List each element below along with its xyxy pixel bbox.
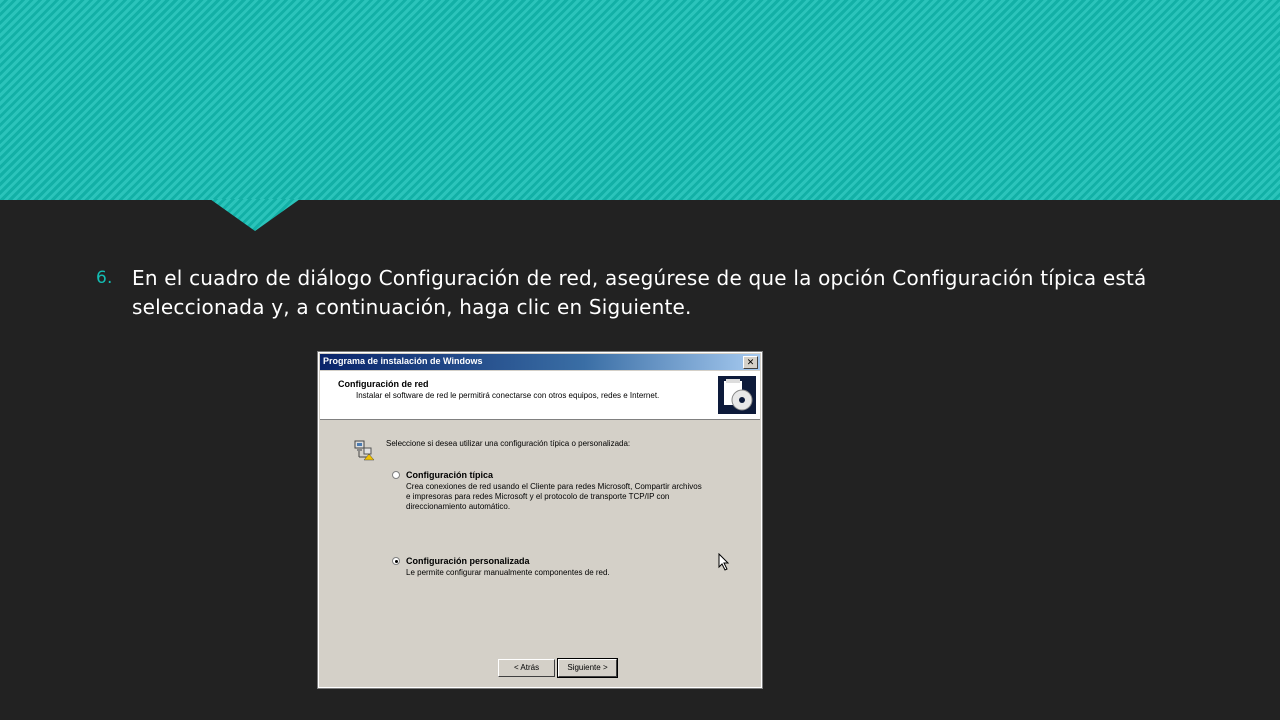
radio-typical[interactable] <box>392 471 400 479</box>
mouse-cursor-icon <box>718 552 730 571</box>
close-button[interactable]: ✕ <box>743 356 758 369</box>
instruction-item: 6. En el cuadro de diálogo Configuración… <box>96 264 1156 322</box>
wizard-header: Configuración de red Instalar el softwar… <box>320 371 760 420</box>
option-typical-label: Configuración típica <box>406 470 494 480</box>
step-number: 6. <box>96 268 113 288</box>
config-prompt: Seleccione si desea utilizar una configu… <box>386 439 631 448</box>
wizard-header-subtitle: Instalar el software de red le permitirá… <box>356 391 660 400</box>
back-button[interactable]: < Atrás <box>498 659 555 677</box>
network-setup-icon <box>354 439 376 461</box>
header-pointer <box>210 199 300 231</box>
radio-custom[interactable] <box>392 557 400 565</box>
option-custom-label: Configuración personalizada <box>406 556 530 566</box>
option-custom-description: Le permite configurar manualmente compon… <box>406 568 610 577</box>
option-typical-description: Crea conexiones de red usando el Cliente… <box>406 482 702 511</box>
dialog-titlebar: Programa de instalación de Windows ✕ <box>320 354 760 370</box>
dialog-title: Programa de instalación de Windows <box>323 356 483 366</box>
setup-cd-icon <box>718 376 756 414</box>
instruction-text: En el cuadro de diálogo Configuración de… <box>132 266 1147 319</box>
radio-selected-dot <box>395 560 398 563</box>
wizard-body: Seleccione si desea utilizar una configu… <box>320 421 760 686</box>
next-button[interactable]: Siguiente > <box>557 658 618 678</box>
header-band <box>0 0 1280 200</box>
wizard-header-title: Configuración de red <box>338 379 429 389</box>
setup-dialog-screenshot: Programa de instalación de Windows ✕ Con… <box>317 351 763 689</box>
